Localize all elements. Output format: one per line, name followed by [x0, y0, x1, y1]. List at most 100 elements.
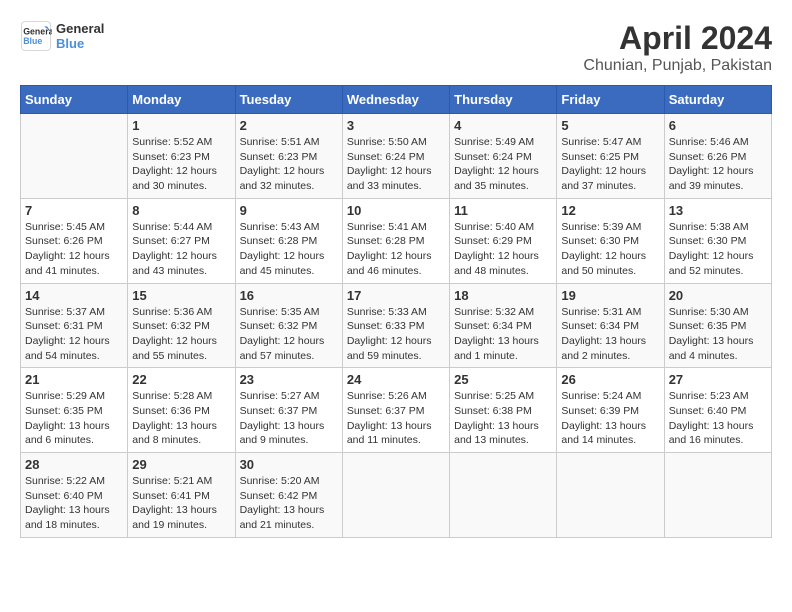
header-day-thursday: Thursday — [450, 86, 557, 114]
calendar-cell: 27 Sunrise: 5:23 AM Sunset: 6:40 PM Dayli… — [664, 368, 771, 453]
day-info: Sunrise: 5:23 AM Sunset: 6:40 PM Dayligh… — [669, 389, 767, 448]
day-info: Sunrise: 5:38 AM Sunset: 6:30 PM Dayligh… — [669, 220, 767, 279]
header-day-monday: Monday — [128, 86, 235, 114]
calendar-cell: 5 Sunrise: 5:47 AM Sunset: 6:25 PM Daylig… — [557, 114, 664, 199]
calendar-cell — [21, 114, 128, 199]
calendar-cell: 11 Sunrise: 5:40 AM Sunset: 6:29 PM Dayli… — [450, 198, 557, 283]
header-day-wednesday: Wednesday — [342, 86, 449, 114]
day-info: Sunrise: 5:29 AM Sunset: 6:35 PM Dayligh… — [25, 389, 123, 448]
calendar-cell: 7 Sunrise: 5:45 AM Sunset: 6:26 PM Daylig… — [21, 198, 128, 283]
calendar-cell: 28 Sunrise: 5:22 AM Sunset: 6:40 PM Dayli… — [21, 453, 128, 538]
subtitle: Chunian, Punjab, Pakistan — [583, 57, 772, 75]
header: General Blue General Blue April 2024 Chu… — [20, 20, 772, 75]
calendar-cell: 23 Sunrise: 5:27 AM Sunset: 6:37 PM Dayli… — [235, 368, 342, 453]
week-row-1: 7 Sunrise: 5:45 AM Sunset: 6:26 PM Daylig… — [21, 198, 772, 283]
calendar-cell: 9 Sunrise: 5:43 AM Sunset: 6:28 PM Daylig… — [235, 198, 342, 283]
day-info: Sunrise: 5:31 AM Sunset: 6:34 PM Dayligh… — [561, 305, 659, 364]
day-info: Sunrise: 5:36 AM Sunset: 6:32 PM Dayligh… — [132, 305, 230, 364]
day-number: 21 — [25, 372, 123, 387]
day-info: Sunrise: 5:43 AM Sunset: 6:28 PM Dayligh… — [240, 220, 338, 279]
header-day-tuesday: Tuesday — [235, 86, 342, 114]
calendar-cell: 30Sunrise: 5:20 AM Sunset: 6:42 PM Dayli… — [235, 453, 342, 538]
day-number: 4 — [454, 118, 552, 133]
day-number: 8 — [132, 203, 230, 218]
calendar-cell: 6 Sunrise: 5:46 AM Sunset: 6:26 PM Daylig… — [664, 114, 771, 199]
logo-line1: General — [56, 21, 104, 36]
week-row-0: 1 Sunrise: 5:52 AM Sunset: 6:23 PM Daylig… — [21, 114, 772, 199]
day-info: Sunrise: 5:40 AM Sunset: 6:29 PM Dayligh… — [454, 220, 552, 279]
day-number: 13 — [669, 203, 767, 218]
day-number: 3 — [347, 118, 445, 133]
calendar-cell: 2Sunrise: 5:51 AM Sunset: 6:23 PM Daylig… — [235, 114, 342, 199]
calendar-cell: 29Sunrise: 5:21 AM Sunset: 6:41 PM Dayli… — [128, 453, 235, 538]
day-info: Sunrise: 5:32 AM Sunset: 6:34 PM Dayligh… — [454, 305, 552, 364]
calendar-cell: 13 Sunrise: 5:38 AM Sunset: 6:30 PM Dayli… — [664, 198, 771, 283]
day-number: 14 — [25, 288, 123, 303]
day-number: 22 — [132, 372, 230, 387]
calendar-cell: 15Sunrise: 5:36 AM Sunset: 6:32 PM Dayli… — [128, 283, 235, 368]
calendar-cell: 18 Sunrise: 5:32 AM Sunset: 6:34 PM Dayli… — [450, 283, 557, 368]
day-number: 12 — [561, 203, 659, 218]
day-info: Sunrise: 5:49 AM Sunset: 6:24 PM Dayligh… — [454, 135, 552, 194]
day-info: Sunrise: 5:46 AM Sunset: 6:26 PM Dayligh… — [669, 135, 767, 194]
day-number: 9 — [240, 203, 338, 218]
day-info: Sunrise: 5:44 AM Sunset: 6:27 PM Dayligh… — [132, 220, 230, 279]
day-number: 28 — [25, 457, 123, 472]
calendar-table: SundayMondayTuesdayWednesdayThursdayFrid… — [20, 85, 772, 538]
calendar-cell: 25 Sunrise: 5:25 AM Sunset: 6:38 PM Dayli… — [450, 368, 557, 453]
day-number: 25 — [454, 372, 552, 387]
day-number: 1 — [132, 118, 230, 133]
calendar-header: SundayMondayTuesdayWednesdayThursdayFrid… — [21, 86, 772, 114]
day-info: Sunrise: 5:25 AM Sunset: 6:38 PM Dayligh… — [454, 389, 552, 448]
calendar-cell: 10 Sunrise: 5:41 AM Sunset: 6:28 PM Dayli… — [342, 198, 449, 283]
day-number: 11 — [454, 203, 552, 218]
week-row-2: 14Sunrise: 5:37 AM Sunset: 6:31 PM Dayli… — [21, 283, 772, 368]
day-number: 6 — [669, 118, 767, 133]
calendar-cell — [342, 453, 449, 538]
logo-line2: Blue — [56, 36, 104, 51]
day-info: Sunrise: 5:52 AM Sunset: 6:23 PM Dayligh… — [132, 135, 230, 194]
header-day-saturday: Saturday — [664, 86, 771, 114]
logo: General Blue General Blue — [20, 20, 104, 52]
calendar-cell: 20Sunrise: 5:30 AM Sunset: 6:35 PM Dayli… — [664, 283, 771, 368]
day-number: 27 — [669, 372, 767, 387]
day-info: Sunrise: 5:45 AM Sunset: 6:26 PM Dayligh… — [25, 220, 123, 279]
calendar-cell: 3Sunrise: 5:50 AM Sunset: 6:24 PM Daylig… — [342, 114, 449, 199]
day-number: 5 — [561, 118, 659, 133]
day-number: 26 — [561, 372, 659, 387]
day-number: 10 — [347, 203, 445, 218]
day-number: 19 — [561, 288, 659, 303]
day-info: Sunrise: 5:22 AM Sunset: 6:40 PM Dayligh… — [25, 474, 123, 533]
calendar-cell: 16Sunrise: 5:35 AM Sunset: 6:32 PM Dayli… — [235, 283, 342, 368]
day-info: Sunrise: 5:24 AM Sunset: 6:39 PM Dayligh… — [561, 389, 659, 448]
day-info: Sunrise: 5:27 AM Sunset: 6:37 PM Dayligh… — [240, 389, 338, 448]
day-number: 23 — [240, 372, 338, 387]
calendar-cell: 19 Sunrise: 5:31 AM Sunset: 6:34 PM Dayli… — [557, 283, 664, 368]
day-number: 16 — [240, 288, 338, 303]
day-number: 24 — [347, 372, 445, 387]
logo-icon: General Blue — [20, 20, 52, 52]
day-info: Sunrise: 5:41 AM Sunset: 6:28 PM Dayligh… — [347, 220, 445, 279]
day-info: Sunrise: 5:47 AM Sunset: 6:25 PM Dayligh… — [561, 135, 659, 194]
week-row-3: 21 Sunrise: 5:29 AM Sunset: 6:35 PM Dayli… — [21, 368, 772, 453]
day-info: Sunrise: 5:20 AM Sunset: 6:42 PM Dayligh… — [240, 474, 338, 533]
day-info: Sunrise: 5:33 AM Sunset: 6:33 PM Dayligh… — [347, 305, 445, 364]
svg-text:Blue: Blue — [23, 36, 42, 46]
day-info: Sunrise: 5:39 AM Sunset: 6:30 PM Dayligh… — [561, 220, 659, 279]
day-number: 7 — [25, 203, 123, 218]
day-info: Sunrise: 5:21 AM Sunset: 6:41 PM Dayligh… — [132, 474, 230, 533]
calendar-cell: 24 Sunrise: 5:26 AM Sunset: 6:37 PM Dayli… — [342, 368, 449, 453]
calendar-cell: 12 Sunrise: 5:39 AM Sunset: 6:30 PM Dayli… — [557, 198, 664, 283]
calendar-cell: 17 Sunrise: 5:33 AM Sunset: 6:33 PM Dayli… — [342, 283, 449, 368]
calendar-cell: 22Sunrise: 5:28 AM Sunset: 6:36 PM Dayli… — [128, 368, 235, 453]
week-row-4: 28 Sunrise: 5:22 AM Sunset: 6:40 PM Dayli… — [21, 453, 772, 538]
calendar-cell: 26 Sunrise: 5:24 AM Sunset: 6:39 PM Dayli… — [557, 368, 664, 453]
calendar-cell: 21 Sunrise: 5:29 AM Sunset: 6:35 PM Dayli… — [21, 368, 128, 453]
calendar-cell: 14Sunrise: 5:37 AM Sunset: 6:31 PM Dayli… — [21, 283, 128, 368]
calendar-body: 1 Sunrise: 5:52 AM Sunset: 6:23 PM Daylig… — [21, 114, 772, 538]
day-number: 18 — [454, 288, 552, 303]
day-number: 17 — [347, 288, 445, 303]
day-info: Sunrise: 5:26 AM Sunset: 6:37 PM Dayligh… — [347, 389, 445, 448]
main-title: April 2024 — [583, 20, 772, 57]
title-area: April 2024 Chunian, Punjab, Pakistan — [583, 20, 772, 75]
